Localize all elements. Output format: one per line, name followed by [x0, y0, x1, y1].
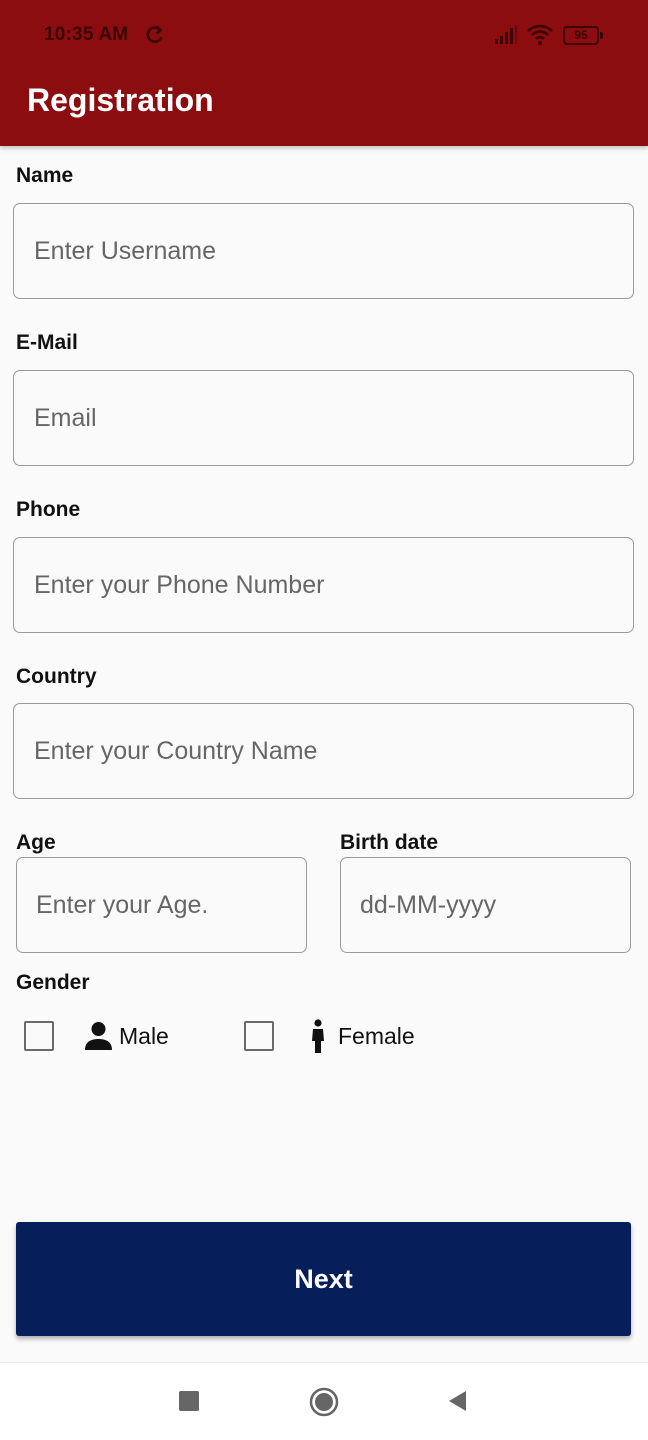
username-input[interactable]: [13, 203, 634, 299]
female-label: Female: [338, 1023, 415, 1049]
email-label: E-Mail: [16, 331, 78, 354]
gender-label: Gender: [16, 971, 90, 994]
page-title: Registration: [27, 82, 214, 118]
home-icon[interactable]: [309, 1387, 339, 1417]
email-input[interactable]: [13, 370, 634, 466]
status-time: 10:35 AM: [44, 24, 129, 45]
status-bar: 10:35 AM 95: [0, 14, 648, 58]
sync-icon: [146, 25, 163, 43]
person-icon: [85, 1022, 112, 1050]
next-button[interactable]: Next: [16, 1222, 631, 1336]
female-checkbox[interactable]: [244, 1021, 274, 1051]
system-nav-bar: [0, 1362, 648, 1440]
age-input[interactable]: [16, 857, 307, 953]
birth-date-label: Birth date: [340, 831, 439, 854]
country-label: Country: [16, 665, 97, 688]
woman-icon: [312, 1019, 324, 1053]
signal-icon: [495, 25, 517, 44]
male-label: Male: [119, 1023, 169, 1049]
wifi-icon: [527, 24, 553, 45]
battery-indicator: 95: [563, 26, 603, 45]
app-bar: 10:35 AM 95 Registration: [0, 0, 648, 146]
name-label: Name: [16, 164, 74, 187]
phone-label: Phone: [16, 498, 81, 521]
phone-input[interactable]: [13, 537, 634, 633]
age-label: Age: [16, 831, 56, 854]
back-icon[interactable]: [446, 1389, 468, 1413]
country-input[interactable]: [13, 703, 634, 799]
birth-date-input[interactable]: [340, 857, 631, 953]
male-checkbox[interactable]: [24, 1021, 54, 1051]
recent-apps-icon[interactable]: [179, 1391, 199, 1411]
